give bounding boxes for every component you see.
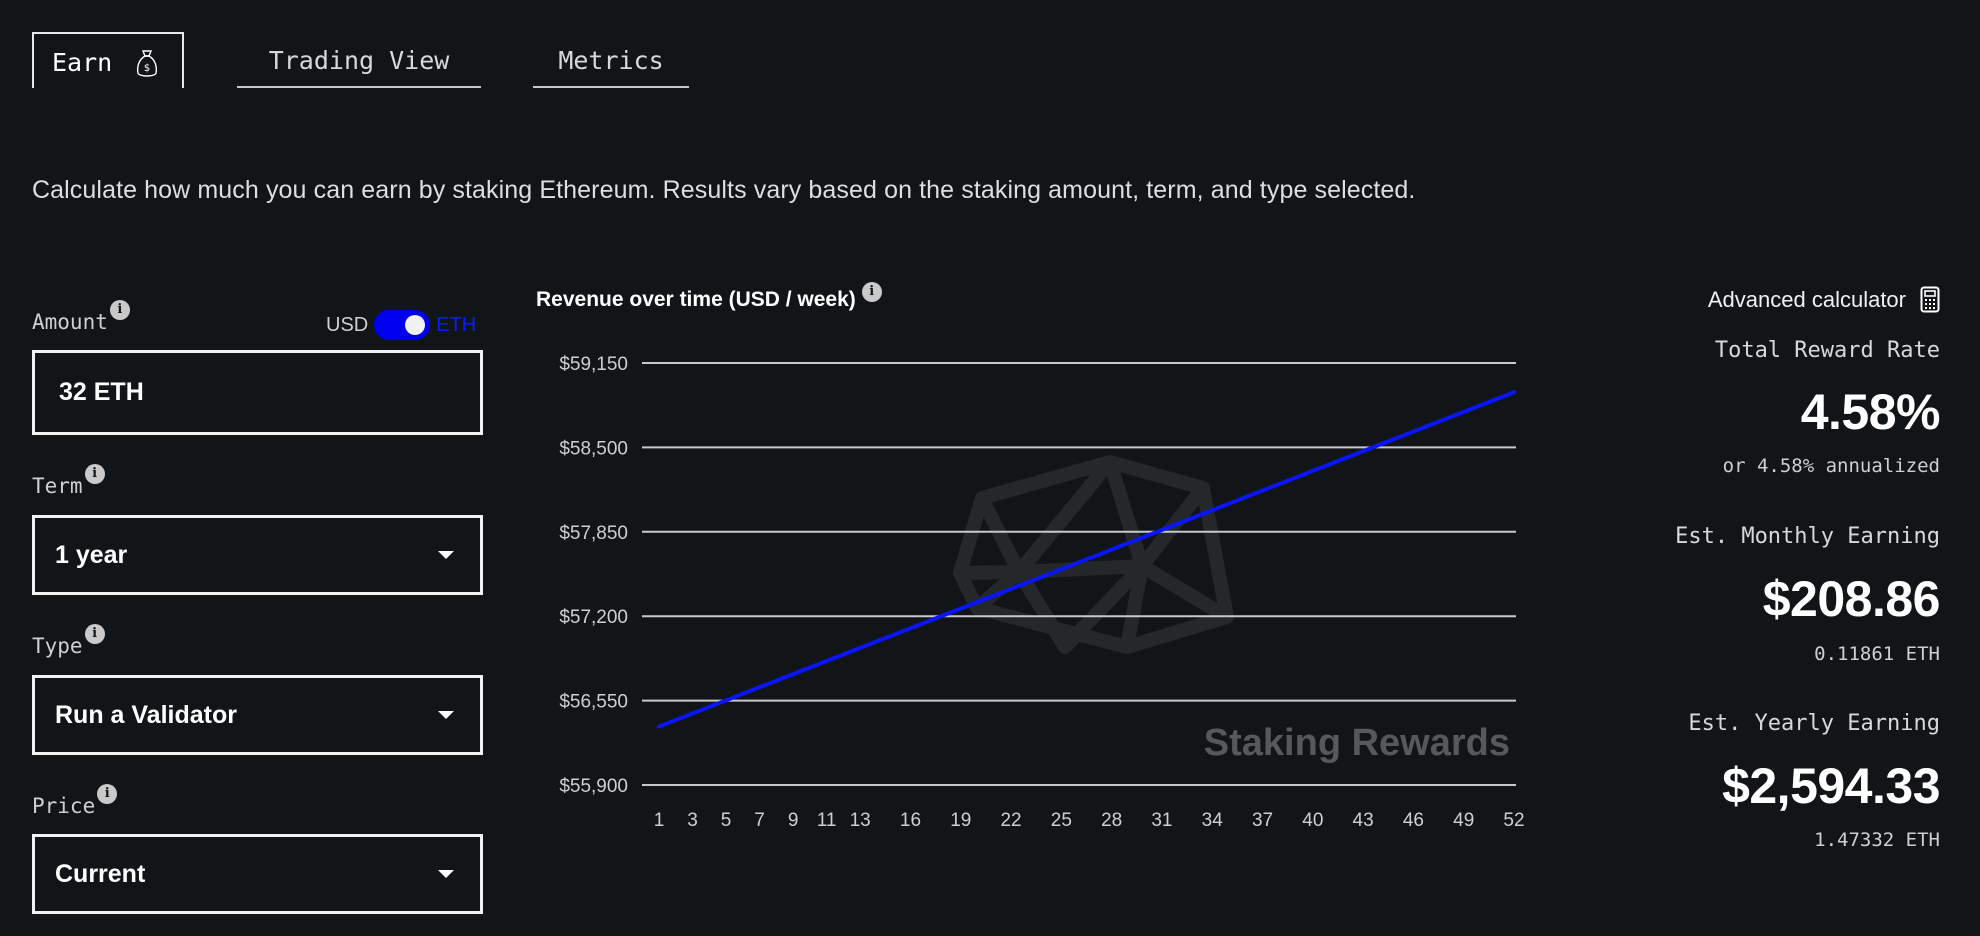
y-tick-label: $57,850 <box>559 523 628 544</box>
series-line-revenue <box>657 390 1516 729</box>
amount-label: Amounti <box>32 300 130 334</box>
toggle-knob <box>405 315 426 335</box>
y-tick-label: $55,900 <box>559 776 628 797</box>
info-icon[interactable]: i <box>109 300 130 320</box>
toggle-usd-label[interactable]: USD <box>326 314 368 337</box>
price-value: Current <box>55 859 146 888</box>
x-tick-label: 37 <box>1252 810 1273 831</box>
term-label: Termi <box>32 464 105 498</box>
x-tick-label: 43 <box>1353 810 1374 831</box>
type-label-text: Type <box>32 634 83 658</box>
monthly-earning-value: $208.86 <box>1762 571 1941 627</box>
advanced-calculator-link[interactable]: Advanced calculator <box>1708 286 1940 313</box>
tab-trading-view-label: Trading View <box>268 46 450 75</box>
type-label: Typei <box>32 624 105 658</box>
tab-earn[interactable]: Earn $ <box>32 32 184 88</box>
type-value: Run a Validator <box>55 700 237 729</box>
x-tick-label: 52 <box>1503 810 1524 831</box>
series-group <box>657 390 1516 729</box>
total-reward-rate-label: Total Reward Rate <box>1714 338 1940 363</box>
type-select[interactable]: Run a Validator <box>32 675 483 755</box>
y-tick-label: $56,550 <box>559 692 628 713</box>
info-icon[interactable]: i <box>97 784 118 804</box>
yearly-earning-value: $2,594.33 <box>1722 758 1940 814</box>
x-tick-label: 16 <box>900 810 921 831</box>
monthly-earning-label: Est. Monthly Earning <box>1675 524 1940 549</box>
tab-earn-label: Earn <box>52 48 113 77</box>
term-select[interactable]: 1 year <box>32 515 483 595</box>
tab-trading-view[interactable]: Trading View <box>237 32 481 88</box>
term-label-text: Term <box>32 474 83 498</box>
amount-value: 32 ETH <box>59 378 144 406</box>
y-tick-label: $59,150 <box>559 354 628 375</box>
currency-toggle[interactable] <box>374 310 431 340</box>
x-axis-ticks: 1 3 5 7 9 11 13 16 19 22 25 28 31 34 37 40 43 46 49 52 <box>654 810 1525 831</box>
x-tick-label: 34 <box>1202 810 1224 831</box>
info-icon[interactable]: i <box>84 464 105 484</box>
price-label-text: Price <box>32 794 96 818</box>
calculator-icon <box>1920 286 1940 313</box>
x-tick-label: 28 <box>1101 810 1122 831</box>
revenue-chart: Staking Rewards $55,900 $56,550 $57,200 $57… <box>559 354 1525 831</box>
chevron-down-icon <box>438 870 454 878</box>
chevron-down-icon <box>438 551 454 559</box>
x-tick-label: 5 <box>721 810 732 831</box>
amount-input[interactable]: 32 ETH <box>32 350 483 435</box>
y-tick-label: $58,500 <box>559 438 628 459</box>
tab-metrics-label: Metrics <box>558 46 664 75</box>
chart-title-text: Revenue over time (USD / week) <box>536 288 856 311</box>
x-tick-label: 31 <box>1151 810 1172 831</box>
x-tick-label: 3 <box>687 810 698 831</box>
y-tick-label: $57,200 <box>559 607 628 628</box>
monthly-earning-eth: 0.11861 ETH <box>1814 643 1940 665</box>
chevron-down-icon <box>438 711 454 719</box>
staking-rewards-logo-icon <box>953 455 1234 654</box>
chart-title: Revenue over time (USD / week) i <box>536 282 882 312</box>
info-icon[interactable]: i <box>861 282 882 302</box>
svg-text:$: $ <box>144 63 150 74</box>
total-reward-rate-value: 4.58% <box>1800 384 1941 440</box>
x-tick-label: 9 <box>788 810 799 831</box>
price-select[interactable]: Current <box>32 834 483 914</box>
yearly-earning-label: Est. Yearly Earning <box>1688 711 1940 736</box>
yearly-earning-eth: 1.47332 ETH <box>1814 829 1940 851</box>
x-tick-label: 22 <box>1000 810 1021 831</box>
currency-toggle-group: USD ETH <box>326 310 476 340</box>
toggle-eth-label[interactable]: ETH <box>436 314 476 337</box>
watermark-text: Staking Rewards <box>1204 722 1510 764</box>
x-tick-label: 49 <box>1453 810 1474 831</box>
total-reward-rate-sub: or 4.58% annualized <box>1722 455 1940 477</box>
amount-label-text: Amount <box>32 310 108 334</box>
page-description: Calculate how much you can earn by staki… <box>32 176 1416 204</box>
x-tick-label: 46 <box>1403 810 1424 831</box>
y-axis-ticks: $55,900 $56,550 $57,200 $57,850 $58,500 $59,1… <box>559 354 628 797</box>
tab-metrics[interactable]: Metrics <box>533 32 689 88</box>
money-bag-icon: $ <box>136 50 158 77</box>
x-tick-label: 11 <box>817 810 837 831</box>
x-tick-label: 7 <box>754 810 765 831</box>
advanced-calculator-label: Advanced calculator <box>1707 286 1906 312</box>
x-tick-label: 25 <box>1051 810 1072 831</box>
info-icon[interactable]: i <box>84 624 105 644</box>
x-tick-label: 1 <box>654 810 665 831</box>
price-label: Pricei <box>32 784 118 818</box>
x-tick-label: 40 <box>1302 810 1323 831</box>
term-value: 1 year <box>55 540 128 569</box>
x-tick-label: 19 <box>950 810 971 831</box>
x-tick-label: 13 <box>850 810 871 831</box>
